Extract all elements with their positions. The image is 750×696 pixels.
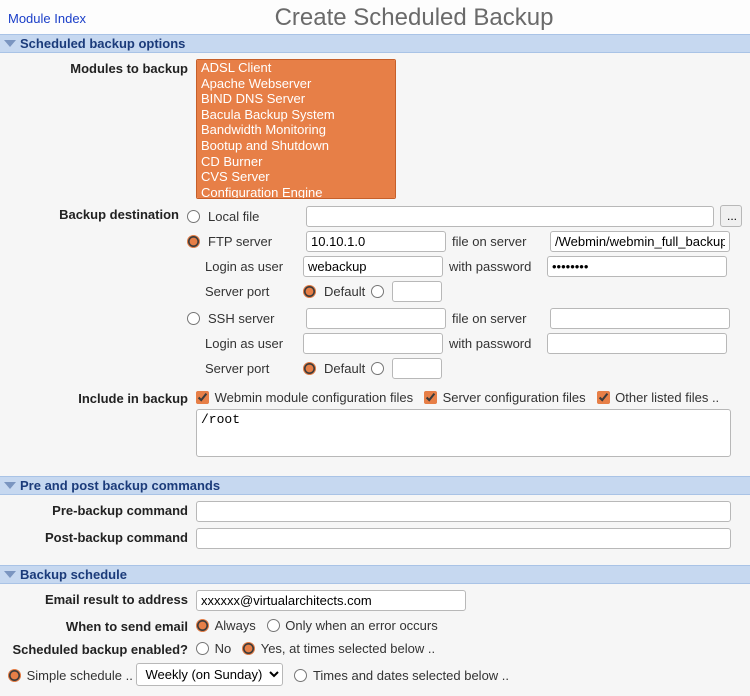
local-file-input[interactable] — [306, 206, 714, 227]
when-error-radio[interactable] — [267, 619, 280, 632]
label-sched-enabled: Scheduled backup enabled? — [8, 640, 188, 657]
ssh-pass-input[interactable] — [547, 333, 727, 354]
include-other-label: Other listed files .. — [615, 390, 719, 405]
simple-schedule-select[interactable]: Weekly (on Sunday) — [136, 663, 283, 686]
ftp-port-default-radio[interactable] — [303, 285, 316, 298]
include-other-check[interactable] — [597, 391, 610, 404]
ftp-file-label: file on server — [452, 234, 544, 249]
ssh-port-label: Server port — [205, 361, 297, 376]
section-header-prepost[interactable]: Pre and post backup commands — [0, 476, 750, 495]
ftp-port-input[interactable] — [392, 281, 442, 302]
ftp-pass-label: with password — [449, 259, 541, 274]
dest-ftp-label: FTP server — [208, 234, 300, 249]
dest-ssh-label: SSH server — [208, 311, 300, 326]
ftp-port-label: Server port — [205, 284, 297, 299]
label-backup-destination: Backup destination — [8, 205, 179, 222]
dest-local-radio[interactable] — [187, 210, 200, 223]
ssh-pass-label: with password — [449, 336, 541, 351]
ssh-port-custom-radio[interactable] — [371, 362, 384, 375]
include-webmin-label: Webmin module configuration files — [215, 390, 413, 405]
enabled-yes-radio[interactable] — [242, 642, 255, 655]
ftp-pass-input[interactable] — [547, 256, 727, 277]
modules-select[interactable]: ADSL ClientApache WebserverBIND DNS Serv… — [196, 59, 396, 199]
dest-ssh-radio[interactable] — [187, 312, 200, 325]
ssh-port-default-radio[interactable] — [303, 362, 316, 375]
ssh-file-label: file on server — [452, 311, 544, 326]
chevron-down-icon — [4, 40, 16, 47]
pre-backup-input[interactable] — [196, 501, 731, 522]
section-header-options[interactable]: Scheduled backup options — [0, 34, 750, 53]
section-header-schedule[interactable]: Backup schedule — [0, 565, 750, 584]
when-error-label: Only when an error occurs — [285, 618, 437, 633]
include-server-check[interactable] — [424, 391, 437, 404]
include-webmin-check[interactable] — [196, 391, 209, 404]
label-email-result: Email result to address — [8, 590, 188, 607]
ssh-port-default-label: Default — [324, 361, 365, 376]
label-include-in-backup: Include in backup — [8, 389, 188, 406]
enabled-no-label: No — [215, 641, 232, 656]
times-dates-radio[interactable] — [294, 669, 307, 682]
email-input[interactable] — [196, 590, 466, 611]
enabled-no-radio[interactable] — [196, 642, 209, 655]
ftp-file-input[interactable] — [550, 231, 730, 252]
ssh-user-label: Login as user — [205, 336, 297, 351]
module-index-link[interactable]: Module Index — [8, 11, 86, 26]
section-header-label: Backup schedule — [20, 567, 127, 582]
section-header-label: Pre and post backup commands — [20, 478, 220, 493]
page-title: Create Scheduled Backup — [86, 4, 742, 32]
when-always-radio[interactable] — [196, 619, 209, 632]
chevron-down-icon — [4, 571, 16, 578]
label-pre-backup-cmd: Pre-backup command — [8, 501, 188, 518]
dest-ftp-radio[interactable] — [187, 235, 200, 248]
ssh-host-input[interactable] — [306, 308, 446, 329]
section-header-label: Scheduled backup options — [20, 36, 185, 51]
ssh-port-input[interactable] — [392, 358, 442, 379]
include-server-label: Server configuration files — [443, 390, 586, 405]
simple-schedule-radio[interactable] — [8, 669, 21, 682]
when-always-label: Always — [215, 618, 256, 633]
ftp-user-input[interactable] — [303, 256, 443, 277]
include-paths-textarea[interactable] — [196, 409, 731, 457]
browse-button[interactable]: ... — [720, 205, 742, 227]
label-post-backup-cmd: Post-backup command — [8, 528, 188, 545]
ssh-file-input[interactable] — [550, 308, 730, 329]
label-when-send: When to send email — [8, 617, 188, 634]
ftp-host-input[interactable] — [306, 231, 446, 252]
enabled-yes-label: Yes, at times selected below .. — [261, 641, 435, 656]
post-backup-input[interactable] — [196, 528, 731, 549]
ssh-user-input[interactable] — [303, 333, 443, 354]
dest-local-label: Local file — [208, 209, 300, 224]
label-modules-to-backup: Modules to backup — [8, 59, 188, 76]
ftp-port-custom-radio[interactable] — [371, 285, 384, 298]
ftp-user-label: Login as user — [205, 259, 297, 274]
ftp-port-default-label: Default — [324, 284, 365, 299]
chevron-down-icon — [4, 482, 16, 489]
